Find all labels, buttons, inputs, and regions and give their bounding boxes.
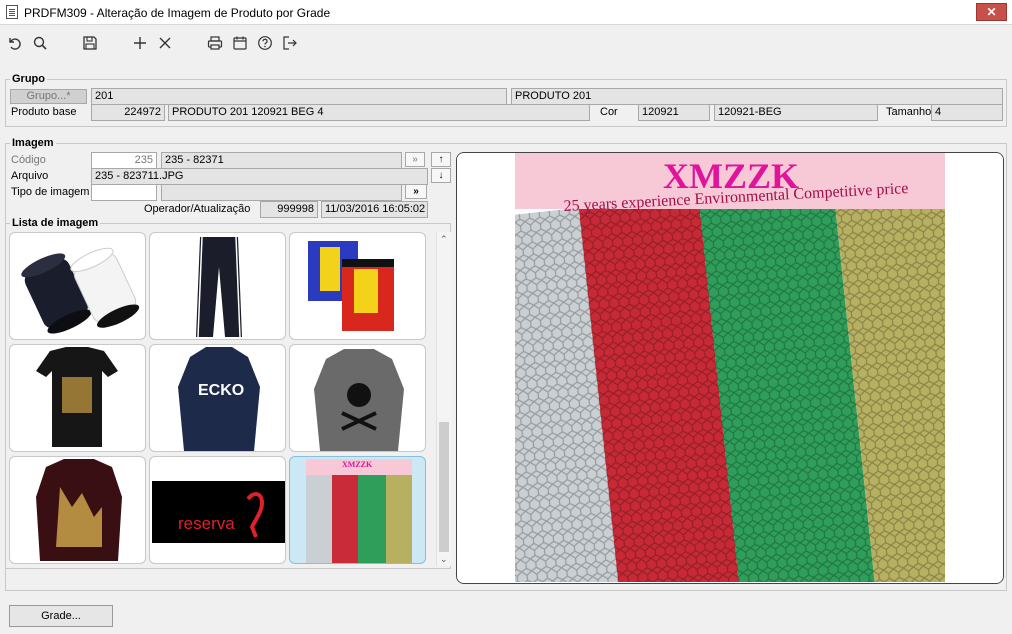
operador-label: Operador/Atualização — [144, 203, 251, 215]
reserva-logo-text: reserva — [178, 514, 235, 533]
produto-base-label: Produto base — [11, 106, 77, 118]
thumbnail-skull-sweatshirt[interactable] — [289, 344, 426, 452]
scrollbar-thumb[interactable] — [439, 422, 449, 552]
tipo-imagem-lookup-button[interactable]: » — [405, 184, 427, 199]
search-icon[interactable] — [29, 32, 51, 54]
exit-icon[interactable] — [279, 32, 301, 54]
grupo-button[interactable]: Grupo...* — [10, 89, 87, 104]
chevron-down-icon[interactable]: ⌄ — [440, 554, 448, 565]
grupo-legend: Grupo — [12, 73, 45, 85]
cor-name-field: 120921-BEG — [714, 104, 878, 121]
thumbnail-track-pants[interactable] — [149, 232, 286, 340]
help-icon[interactable] — [254, 32, 276, 54]
codigo-label: Código — [11, 154, 46, 166]
delete-icon[interactable] — [154, 32, 176, 54]
tamanho-field[interactable]: 4 — [931, 104, 1003, 121]
lista-imagem-legend: Lista de imagem — [12, 217, 99, 229]
add-icon[interactable] — [129, 32, 151, 54]
thumbnail-scrollbar[interactable]: ⌃ ⌄ — [436, 232, 451, 566]
thumbnail-black-tshirt[interactable] — [9, 344, 146, 452]
codigo-desc-field: 235 - 82371 — [161, 152, 402, 169]
tamanho-label: Tamanho — [886, 106, 932, 118]
calendar-icon[interactable] — [229, 32, 251, 54]
tipo-imagem-label: Tipo de imagem — [11, 186, 90, 198]
thumbnail-ecko-hoodie[interactable]: ECKO — [149, 344, 286, 452]
codigo-field[interactable]: 235 — [91, 152, 157, 169]
tipo-imagem-field[interactable] — [91, 184, 157, 201]
arrow-up-icon[interactable]: ↑ — [431, 152, 451, 167]
thumbnail-thread-spools[interactable] — [9, 232, 146, 340]
grade-button[interactable]: Grade... — [9, 605, 113, 627]
grupo-code-field[interactable]: 201 — [91, 88, 507, 105]
atualizacao-field: 11/03/2016 16:05:02 — [321, 201, 428, 218]
arquivo-field: 235 - 823711.JPG — [91, 168, 428, 185]
produto-base-code-field[interactable]: 224972 — [91, 104, 165, 121]
print-icon[interactable] — [204, 32, 226, 54]
window-title: PRDFM309 - Alteração de Imagem de Produt… — [24, 6, 331, 20]
tipo-imagem-desc-field — [161, 184, 402, 201]
document-icon — [6, 5, 18, 19]
chevron-up-icon[interactable]: ⌃ — [440, 234, 448, 245]
thumbnail-xmzzk-mesh[interactable]: XMZZK — [289, 456, 426, 564]
svg-text:ECKO: ECKO — [198, 382, 244, 399]
save-icon[interactable] — [79, 32, 101, 54]
thumbnail-printed-hoodie[interactable] — [9, 456, 146, 564]
title-bar: PRDFM309 - Alteração de Imagem de Produt… — [0, 0, 1012, 25]
toolbar — [0, 26, 1012, 60]
arquivo-label: Arquivo — [11, 170, 49, 182]
imagem-legend: Imagem — [12, 137, 54, 149]
close-button[interactable]: ✕ — [976, 3, 1007, 21]
thumbnail-reserva-logo[interactable]: reserva — [149, 456, 286, 564]
image-preview: XMZZK 25 years experience Environmental … — [456, 152, 1004, 584]
svg-text:XMZZK: XMZZK — [342, 460, 373, 469]
clear-code-button[interactable]: » — [405, 152, 425, 167]
operador-field: 999998 — [260, 201, 318, 218]
produto-base-name-field: PRODUTO 201 120921 BEG 4 — [168, 104, 590, 121]
cor-code-field[interactable]: 120921 — [638, 104, 710, 121]
grupo-name-field: PRODUTO 201 — [511, 88, 1003, 105]
arrow-down-icon[interactable]: ↓ — [431, 168, 451, 183]
thumbnail-racing-shorts[interactable] — [289, 232, 426, 340]
undo-icon[interactable] — [3, 32, 25, 54]
cor-label: Cor — [600, 106, 618, 118]
